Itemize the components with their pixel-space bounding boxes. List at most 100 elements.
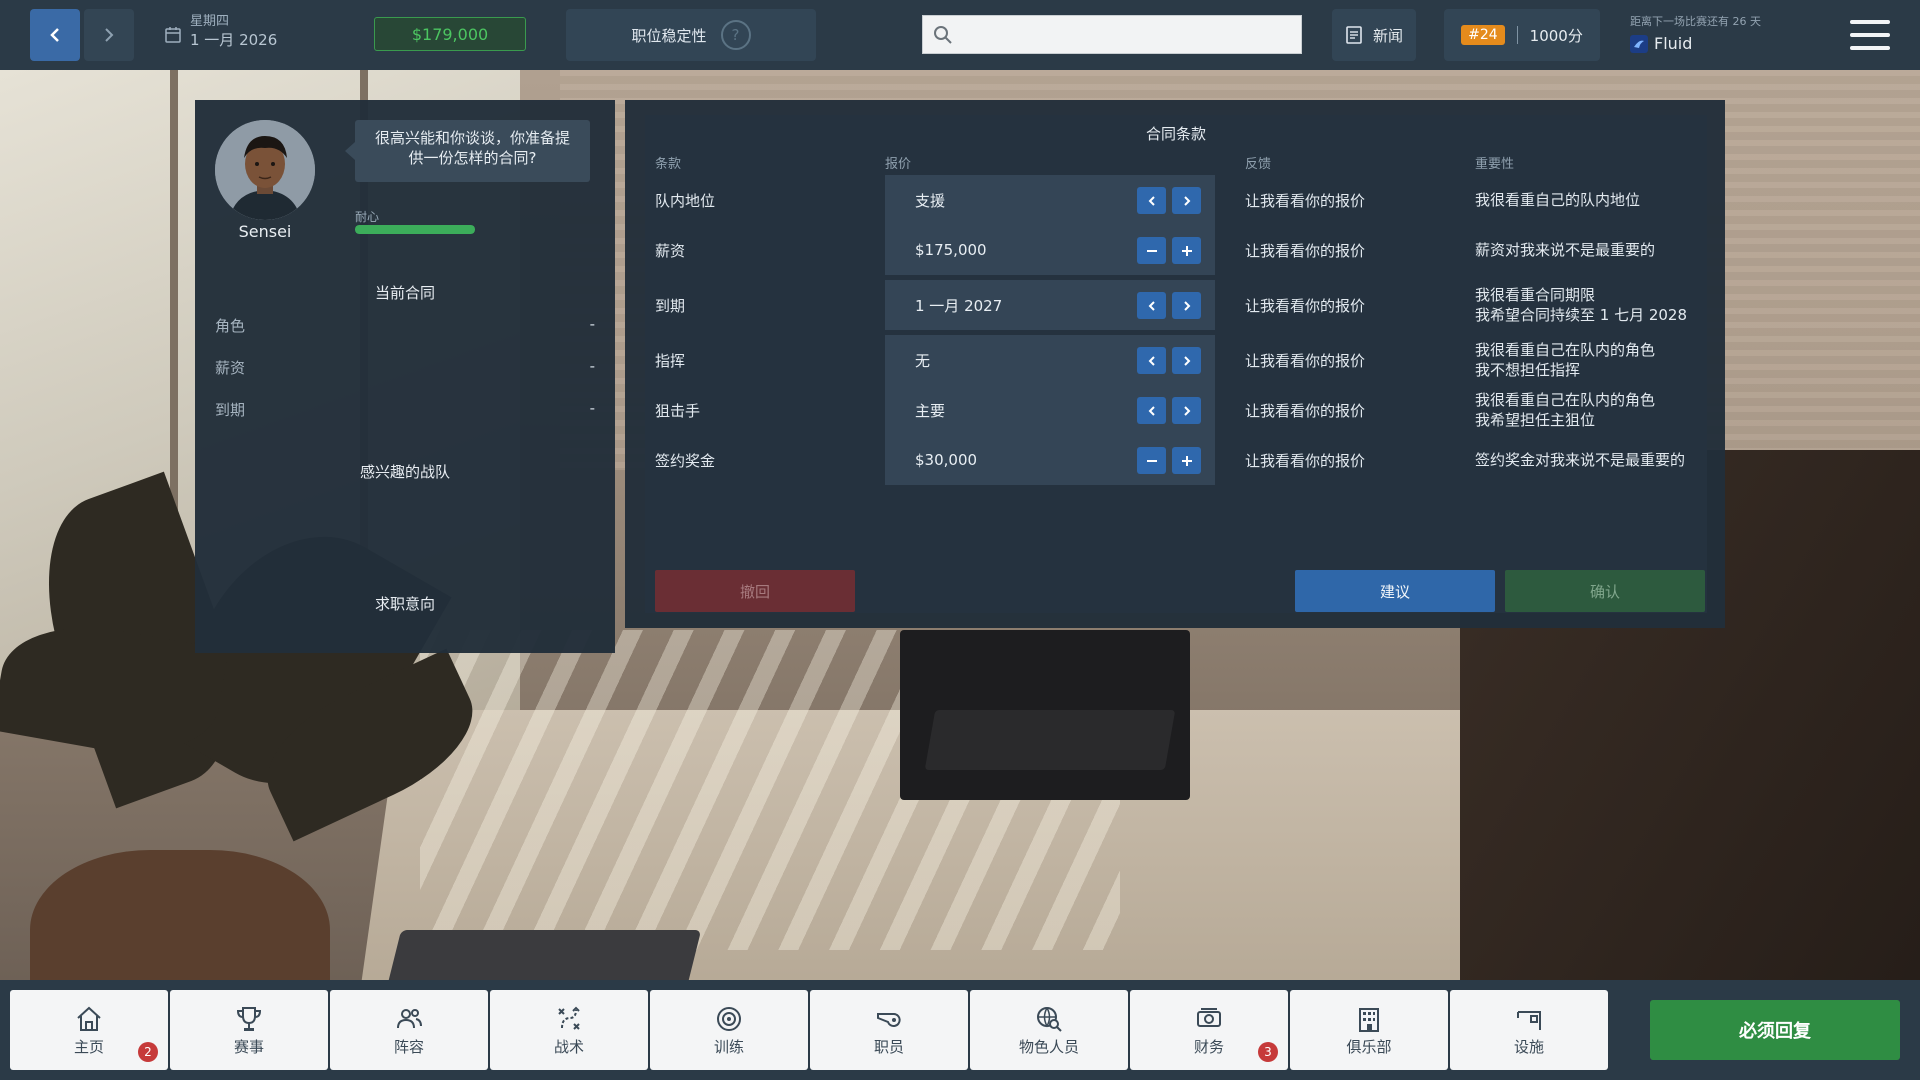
previous-option-button[interactable] (1137, 292, 1166, 319)
term-label: 狙击手 (655, 401, 701, 420)
nav-tab-label: 主页 (73, 1037, 104, 1056)
nav-tab-globe-search[interactable]: 物色人员 (970, 990, 1128, 1070)
term-label: 签约奖金 (655, 451, 716, 470)
next-match-countdown: 距离下一场比赛还有 26 天 (1630, 15, 1761, 28)
help-icon[interactable]: ? (720, 20, 751, 50)
team-ranking[interactable]: #24 1000分 (1444, 9, 1600, 61)
feedback-text: 让我看看你的报价 (1245, 451, 1366, 470)
home-icon (77, 1006, 101, 1031)
nav-tab-home[interactable]: 主页 2 (10, 990, 168, 1070)
nav-tab-label: 职员 (873, 1037, 904, 1056)
offer-field: $30,000 (885, 435, 1215, 485)
nav-tab-label: 设施 (1513, 1037, 1544, 1056)
news-button[interactable]: 新闻 (1332, 9, 1416, 61)
previous-option-button[interactable] (1137, 347, 1166, 374)
next-option-button[interactable] (1172, 187, 1201, 214)
nav-tab-whistle[interactable]: 职员 (810, 990, 968, 1070)
next-option-button[interactable] (1172, 397, 1201, 424)
column-header-feedback: 反馈 (1245, 157, 1272, 172)
news-label: 新闻 (1372, 26, 1403, 45)
increase-button[interactable] (1172, 237, 1201, 264)
current-contract-title: 当前合同 (374, 284, 435, 302)
contract-term-row: 狙击手 主要 让我看看你的报价 我很看重自己在队内的角色 我希望担任主狙位 (645, 385, 1707, 435)
contract-terms-panel: 合同条款 条款 报价 反馈 重要性 队内地位 支援 让我看看你的报价 我很看重自己的队… (625, 100, 1725, 628)
confirm-button[interactable]: 确认 (1505, 570, 1705, 612)
previous-option-button[interactable] (1137, 187, 1166, 214)
nav-tab-label: 阵容 (393, 1037, 424, 1056)
search-input[interactable] (961, 25, 1281, 44)
next-option-button[interactable] (1172, 347, 1201, 374)
previous-option-button[interactable] (1137, 397, 1166, 424)
hamburger-menu-icon[interactable] (1850, 20, 1890, 50)
facility-icon (1517, 1010, 1541, 1030)
job-security-label: 职位稳定性 (631, 26, 707, 45)
chevron-left-icon (1148, 195, 1155, 206)
job-intent-title: 求职意向 (374, 595, 435, 613)
nav-tab-money[interactable]: 财务 3 (1130, 990, 1288, 1070)
chevron-right-icon (1183, 300, 1190, 311)
target-icon (717, 1006, 741, 1031)
rank-badge: #24 (1461, 25, 1505, 45)
withdraw-button[interactable]: 撤回 (655, 570, 855, 612)
decrease-button[interactable] (1137, 237, 1166, 264)
whistle-icon (877, 1012, 901, 1027)
column-header-offer: 报价 (885, 157, 912, 172)
balance-display[interactable]: $179,000 (374, 17, 526, 51)
newspaper-icon (1346, 26, 1362, 44)
term-label: 薪资 (655, 241, 686, 260)
search-bar[interactable] (922, 15, 1302, 54)
decrease-button[interactable] (1137, 447, 1166, 474)
nav-tab-target[interactable]: 训练 (650, 990, 808, 1070)
back-button[interactable] (30, 9, 80, 61)
importance-text: 我很看重合同期限 我希望合同持续至 1 七月 2028 (1475, 280, 1695, 330)
nav-tab-people[interactable]: 阵容 (330, 990, 488, 1070)
money-icon (1197, 1007, 1221, 1027)
chevron-left-icon (50, 28, 59, 42)
minus-icon (1146, 249, 1157, 252)
importance-text: 我很看重自己在队内的角色 我希望担任主狙位 (1475, 385, 1695, 435)
weekday-label: 星期四 (190, 14, 230, 29)
must-reply-button[interactable]: 必须回复 (1650, 1000, 1900, 1060)
nav-tab-label: 训练 (713, 1037, 744, 1056)
offer-field: 主要 (885, 385, 1215, 435)
team-name: Fluid (1654, 34, 1693, 53)
nav-tab-building[interactable]: 俱乐部 (1290, 990, 1448, 1070)
increase-button[interactable] (1172, 447, 1201, 474)
chevron-right-icon (1183, 405, 1190, 416)
nav-tab-facility[interactable]: 设施 (1450, 990, 1608, 1070)
chevron-right-icon (1183, 355, 1190, 366)
offer-value: 无 (915, 351, 931, 370)
contract-term-row: 指挥 无 让我看看你的报价 我很看重自己在队内的角色 我不想担任指挥 (645, 335, 1707, 385)
patience-fill (355, 225, 475, 234)
nav-tab-label: 赛事 (233, 1037, 264, 1056)
player-speech-bubble: 很高兴能和你谈谈，你准备提供一份怎样的合同? (345, 120, 590, 182)
importance-value: 我很看重合同期限 我希望合同持续至 1 七月 2028 (1475, 286, 1688, 324)
next-option-button[interactable] (1172, 292, 1201, 319)
column-header-importance: 重要性 (1475, 157, 1515, 172)
team-logo-icon (1630, 34, 1648, 53)
forward-button[interactable] (84, 9, 134, 61)
suggest-button[interactable]: 建议 (1295, 570, 1495, 612)
nav-tab-label: 俱乐部 (1346, 1037, 1392, 1056)
current-contract-row: 到期 - (215, 399, 595, 420)
current-contract-row: 薪资 - (215, 357, 595, 378)
job-security-button[interactable]: 职位稳定性 ? (566, 9, 816, 61)
offer-value: $30,000 (915, 451, 978, 469)
trophy-icon (236, 1006, 262, 1031)
feedback-text: 让我看看你的报价 (1245, 191, 1366, 210)
importance-value: 我很看重自己的队内地位 (1475, 191, 1641, 209)
offer-field: 无 (885, 335, 1215, 385)
calendar-icon (165, 27, 181, 43)
offer-field: 1 一月 2027 (885, 280, 1215, 330)
nav-tab-trophy[interactable]: 赛事 (170, 990, 328, 1070)
next-match-info[interactable]: 距离下一场比赛还有 26 天 Fluid (1630, 14, 1761, 53)
chevron-right-icon (1183, 195, 1190, 206)
nav-tab-label: 战术 (553, 1037, 584, 1056)
contract-term-row: 签约奖金 $30,000 让我看看你的报价 签约奖金对我来说不是最重要的 (645, 435, 1707, 485)
player-avatar (215, 120, 315, 220)
bottom-nav-bar: 主页 2 赛事 阵容 战术 训练 职员 物色人员 财务 3 俱乐部 设施 必须回复 (0, 980, 1920, 1080)
nav-tab-tactics[interactable]: 战术 (490, 990, 648, 1070)
tactics-icon (558, 1006, 580, 1030)
keyboard (924, 710, 1176, 770)
date-label: 1 一月 2026 (190, 31, 278, 49)
